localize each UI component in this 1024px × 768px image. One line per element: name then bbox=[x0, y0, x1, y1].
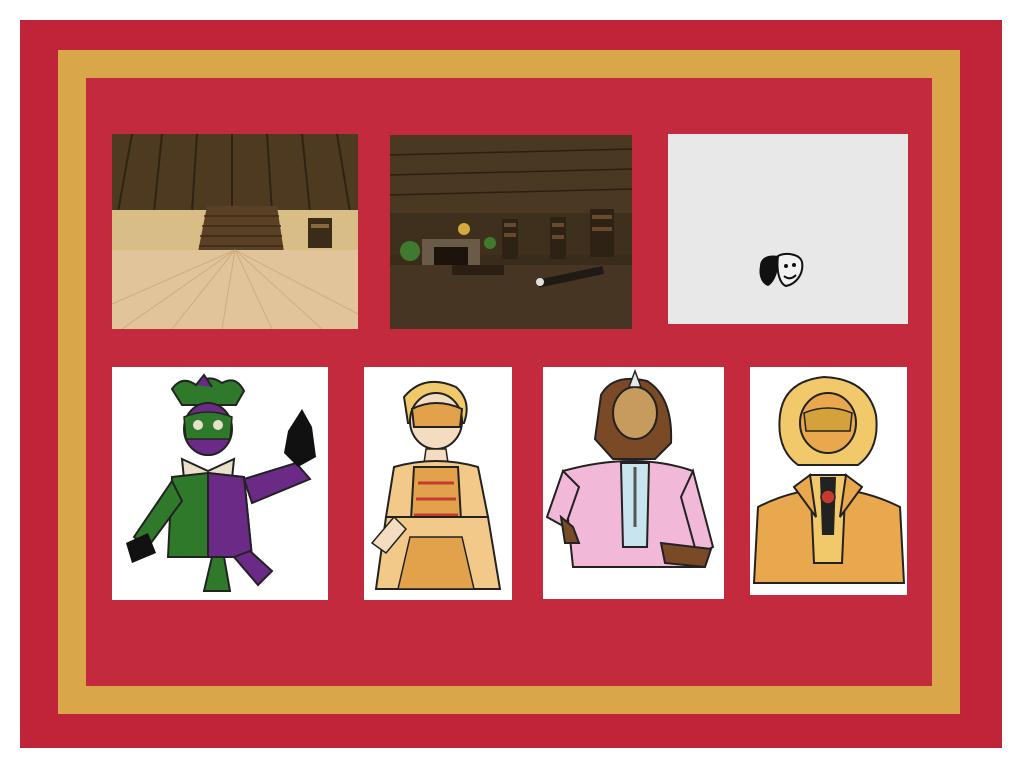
empty-wooden-hall-screenshot bbox=[112, 134, 358, 329]
jester-character-sketch bbox=[112, 367, 328, 600]
unicorn-gentleman-character-sketch bbox=[543, 367, 724, 599]
dim-library-room-screenshot bbox=[390, 135, 632, 329]
comedy-tragedy-masks-icon bbox=[759, 253, 804, 288]
masked-lady-character-sketch bbox=[364, 367, 512, 600]
theatre-masks-logo-screenshot bbox=[668, 134, 908, 324]
lion-gentleman-character-sketch bbox=[750, 367, 907, 595]
